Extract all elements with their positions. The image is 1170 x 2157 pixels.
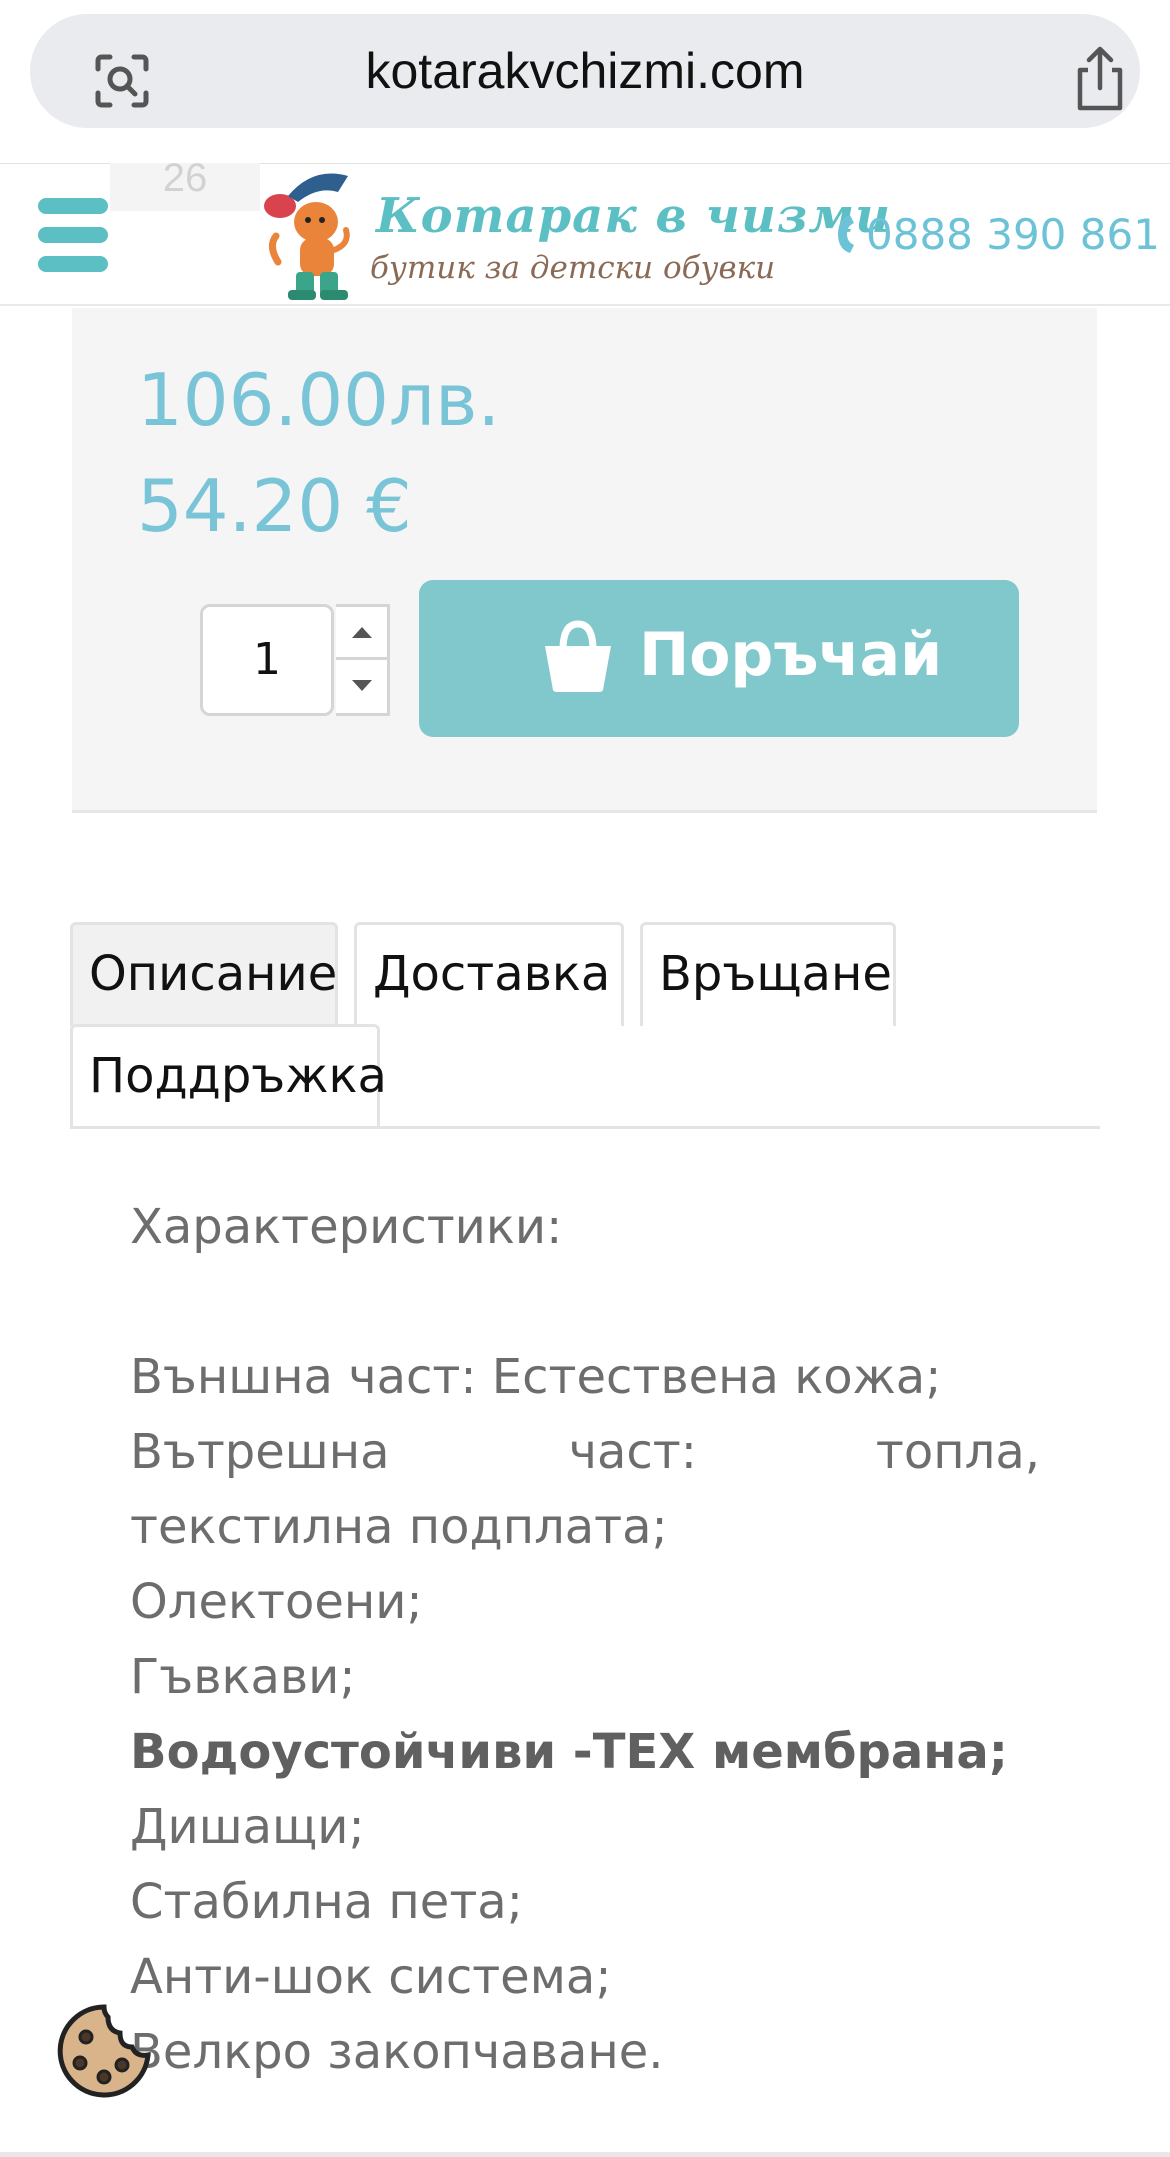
tab-description-label: Описание xyxy=(89,946,338,1002)
description-line: Велкро закопчаване. xyxy=(130,2024,664,2080)
tab-description[interactable]: Описание xyxy=(70,922,338,1026)
price-eur: 54.20 € xyxy=(137,464,412,548)
description-word: Вътрешна xyxy=(130,1424,390,1480)
url-text[interactable]: kotarakvchizmi.com xyxy=(30,14,1140,128)
hamburger-menu-icon[interactable] xyxy=(38,198,108,272)
share-icon[interactable] xyxy=(1070,44,1130,114)
description-heading: Характеристики: xyxy=(130,1199,563,1255)
tabs-divider xyxy=(70,1126,1100,1129)
order-button[interactable]: Поръчай xyxy=(419,580,1019,737)
phone-link[interactable]: 0888 390 861 xyxy=(834,205,1160,265)
description-line: текстилна подплата; xyxy=(130,1499,668,1555)
description-line: Външна част: Естествена кожа; xyxy=(130,1349,942,1405)
logo-title: Котарак в чизми xyxy=(376,188,892,244)
quantity-increase-button[interactable] xyxy=(336,607,387,660)
description-line: Олектоени; xyxy=(130,1574,423,1630)
description-line-bold: Водоустойчиви -TEX мембрана; xyxy=(130,1724,1008,1780)
description-word: част: xyxy=(568,1424,697,1480)
phone-number[interactable]: 0888 390 861 xyxy=(866,210,1160,259)
price-bgn: 106.00лв. xyxy=(137,358,501,442)
cat-mascot-icon xyxy=(264,173,350,300)
description-line: Гъвкави; xyxy=(130,1649,356,1705)
quantity-stepper[interactable] xyxy=(336,604,390,716)
product-tabs: Описание Доставка Връщане Поддръжка xyxy=(70,922,1100,1128)
bottom-divider xyxy=(0,2152,1170,2157)
quantity-input[interactable]: 1 xyxy=(200,604,334,716)
caret-up-icon xyxy=(352,627,372,638)
order-button-label: Поръчай xyxy=(639,620,943,690)
phone-icon xyxy=(838,215,854,253)
shopping-bag-icon xyxy=(545,620,611,692)
description-line-justified: Вътрешна част: топла, xyxy=(130,1415,1040,1490)
tab-support-label: Поддръжка xyxy=(89,1048,387,1104)
address-bar[interactable]: kotarakvchizmi.com xyxy=(30,14,1140,128)
description-line: Дишащи; xyxy=(130,1799,365,1855)
caret-down-icon xyxy=(352,680,372,691)
browser-bar: kotarakvchizmi.com xyxy=(0,0,1170,163)
tab-returns[interactable]: Връщане xyxy=(640,922,896,1026)
page: kotarakvchizmi.com 26 Котарак в чизми бу… xyxy=(0,0,1170,2157)
tab-returns-label: Връщане xyxy=(659,946,892,1002)
site-logo[interactable]: Котарак в чизми бутик за детски обувки xyxy=(258,166,890,304)
product-description: Характеристики: Външна част: Естествена … xyxy=(130,1190,1040,2090)
tab-delivery[interactable]: Доставка xyxy=(354,922,624,1026)
tab-delivery-label: Доставка xyxy=(373,946,611,1002)
tab-support[interactable]: Поддръжка xyxy=(70,1024,387,1128)
description-word: топла, xyxy=(875,1424,1040,1480)
quantity-decrease-button[interactable] xyxy=(336,661,387,714)
logo-subtitle: бутик за детски обувки xyxy=(370,250,776,286)
description-line: Анти-шок система; xyxy=(130,1949,612,2005)
size-option-ghost: 26 xyxy=(110,158,260,211)
cookie-icon[interactable] xyxy=(56,2003,152,2099)
price-box: 106.00лв. 54.20 € 1 Поръчай xyxy=(72,308,1097,813)
description-line: Стабилна пета; xyxy=(130,1874,523,1930)
